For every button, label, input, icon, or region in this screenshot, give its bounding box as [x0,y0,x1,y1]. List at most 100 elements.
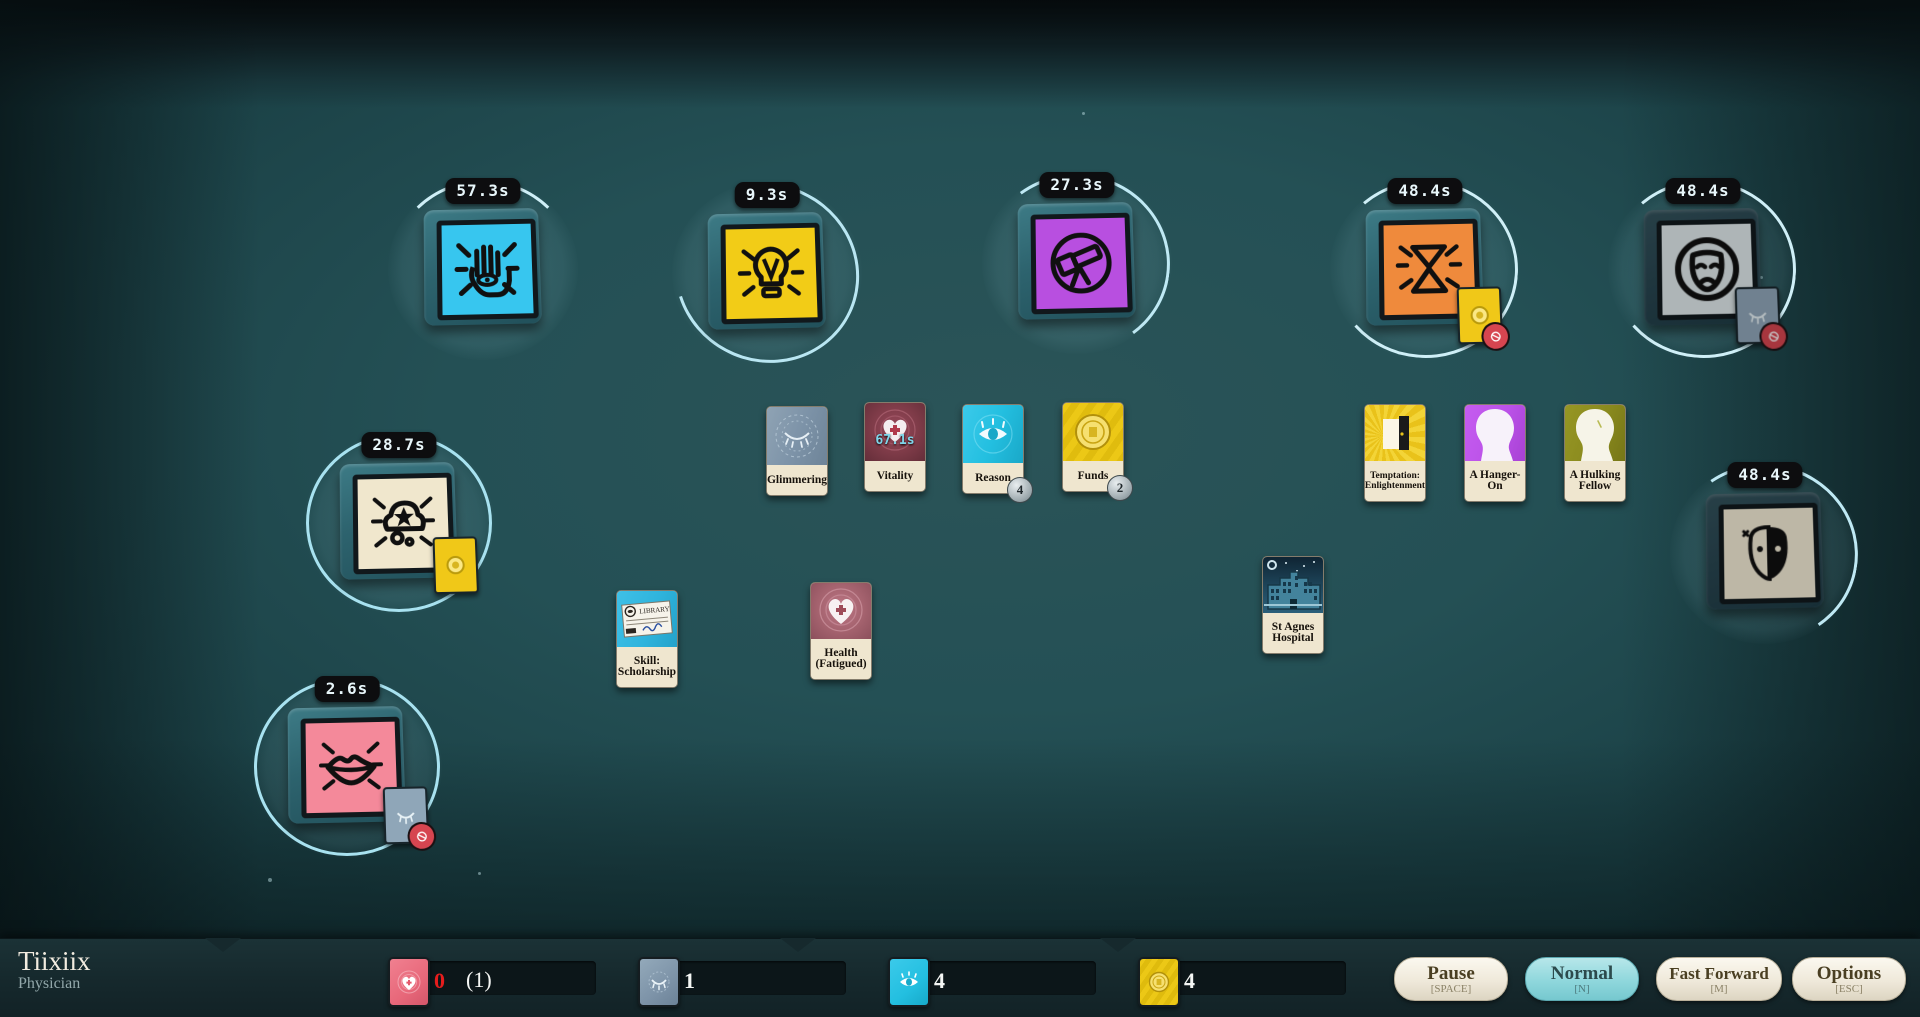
skill-scholarship-card[interactable]: LIBRARY Skill: Scholarship [616,590,678,688]
health-value: 0 [434,968,445,994]
bar-notch [780,938,816,952]
funds-mini-card[interactable] [433,536,479,594]
library-card-icon: LIBRARY [617,591,677,647]
dream-verb-2[interactable]: 48.4s [1706,492,1824,610]
card-label: St Agnes Hospital [1263,613,1323,653]
card-label: Vitality [865,461,925,491]
hand-eye-icon [437,219,539,321]
funds-status[interactable]: 4 [1138,957,1368,999]
card-label: A Hulking Fellow [1565,461,1625,501]
button-hotkey: [N] [1574,983,1589,995]
button-hotkey: [ESC] [1835,983,1863,995]
st-agnes-hospital-card[interactable]: St Agnes Hospital [1262,556,1324,654]
open-door-icon [1365,405,1425,461]
heart-cross-icon [388,957,430,1007]
card-label: Skill: Scholarship [617,647,677,687]
verb-slab [1706,492,1824,610]
eye-closed-icon [638,957,680,1007]
dust-speck [1082,112,1085,115]
work-verb[interactable]: 57.3s [424,208,542,326]
verb-timer: 9.3s [735,182,800,208]
card-label: A Hanger- On [1465,461,1525,501]
funds-value: 4 [1184,968,1195,994]
verb-slab: ⦸ [288,706,406,824]
left-vignette [0,0,260,960]
button-hotkey: [SPACE] [1431,983,1472,995]
health-status[interactable]: 0 (1) [388,957,618,999]
game-board: 57.3s 9.3s 27.3s ⦸ 48.4s ⦸ 48.4s 28.7s ⦸… [0,0,1920,1017]
eye-open-icon [963,405,1023,463]
glimmering-mini-card[interactable]: ⦸ [383,786,430,844]
verb-timer: 27.3s [1039,172,1114,198]
bottom-bar: Tiixiix Physician 0 (1) 1 4 4 Pause [SPA… [0,938,1920,1017]
study-verb[interactable]: 9.3s [708,212,826,330]
two-masks-icon [1719,503,1821,605]
verb-slab [1018,202,1136,320]
glimmering-card[interactable]: Glimmering [766,406,828,496]
telescope-icon [1031,213,1133,315]
card-label: Health (Fatigued) [811,639,871,679]
dream-cloud-verb[interactable]: 28.7s [340,462,458,580]
verb-timer: 57.3s [445,178,520,204]
reason-status[interactable]: 4 [888,957,1118,999]
verb-slab [424,208,542,326]
verb-slab [340,462,458,580]
normal-speed-button[interactable]: Normal [N] [1525,957,1639,1001]
card-label: Glimmering [767,465,827,495]
player-role: Physician [18,975,228,993]
reason-card[interactable]: Reason 4 [962,404,1024,494]
bar-notch [1100,938,1136,952]
health-extra: (1) [466,967,492,993]
dust-speck [268,878,272,882]
lightbulb-icon [721,223,823,325]
talk-verb[interactable]: ⦸ 2.6s [288,706,406,824]
explore-verb[interactable]: 27.3s [1018,202,1136,320]
heart-cross-icon [811,583,871,639]
time-verb[interactable]: ⦸ 48.4s [1366,208,1484,326]
temptation-enlightenment-card[interactable]: Temptation: Enlightenment [1364,404,1426,502]
top-vignette [0,0,1920,108]
funds-card[interactable]: Funds 2 [1062,402,1124,492]
fast-forward-button[interactable]: Fast Forward [M] [1656,957,1782,1001]
button-label: Options [1817,964,1881,983]
verb-timer: 48.4s [1387,178,1462,204]
button-label: Fast Forward [1669,964,1769,983]
head-silhouette-icon [1465,405,1525,461]
hanger-on-card[interactable]: A Hanger- On [1464,404,1526,502]
button-label: Normal [1551,964,1613,983]
verb-slab [708,212,826,330]
funds-mini-card[interactable]: ⦸ [1457,286,1503,344]
vitality-card[interactable]: 67.1s Vitality [864,402,926,492]
eye-closed-icon [767,407,827,465]
card-stack-count: 2 [1107,475,1133,501]
coin-icon [1138,957,1180,1007]
glimmering-status[interactable]: 1 [638,957,868,999]
hulking-fellow-card[interactable]: A Hulking Fellow [1564,404,1626,502]
verb-slab: ⦸ [1366,208,1484,326]
coin-icon [1063,403,1123,461]
dream-verb[interactable]: ⦸ 48.4s [1644,208,1762,326]
eye-open-icon [888,957,930,1007]
head-silhouette-icon [1565,405,1625,461]
dust-speck [478,872,481,875]
card-stack-count: 4 [1007,477,1033,503]
glimmering-value: 1 [684,968,695,994]
card-label: Temptation: Enlightenment [1365,461,1425,501]
verb-slab: ⦸ [1644,208,1762,326]
pause-button[interactable]: Pause [SPACE] [1394,957,1508,1001]
options-button[interactable]: Options [ESC] [1792,957,1906,1001]
button-hotkey: [M] [1710,983,1727,995]
reason-value: 4 [934,968,945,994]
card-timer: 67.1s [865,433,925,448]
health-fatigued-card[interactable]: Health (Fatigued) [810,582,872,680]
heart-cross-icon [865,403,925,461]
verb-timer: 28.7s [361,432,436,458]
button-label: Pause [1427,964,1475,983]
player-name-box: Tiixiix Physician [18,947,228,993]
glimmering-mini-card[interactable]: ⦸ [1735,286,1781,344]
verb-timer: 2.6s [315,676,380,702]
verb-timer: 48.4s [1665,178,1740,204]
player-name: Tiixiix [18,947,228,975]
hospital-icon [1263,557,1323,613]
verb-timer: 48.4s [1727,462,1802,488]
